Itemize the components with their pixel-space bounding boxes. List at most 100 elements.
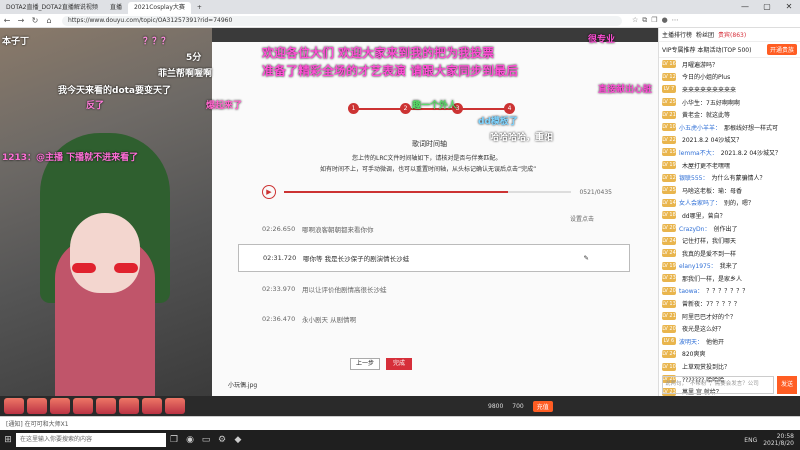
chat-message[interactable]: LV 24 我真的是爱不到一样: [659, 247, 800, 260]
lyric-text: 哪你等 我是长沙保子的剧演情长沙蛙: [303, 255, 410, 263]
streamer-video[interactable]: [0, 28, 212, 396]
chat-message[interactable]: LV 24 820爽爽: [659, 348, 800, 361]
chat-message[interactable]: LV 10 上草观赏投到比？: [659, 360, 800, 373]
home-icon[interactable]: ⌂: [42, 16, 56, 25]
done-button[interactable]: 完成: [386, 358, 412, 370]
chat-message[interactable]: LV 25 小华生：7五好啊啊啊: [659, 96, 800, 109]
lyric-text: 用以让评价他剧情高很长沙蛙: [302, 286, 387, 294]
chat-message[interactable]: LV 16 月曜遍游吗？: [659, 58, 800, 71]
chat-message[interactable]: LV 19 木屋打更不老嘿嘿: [659, 159, 800, 172]
chat-message[interactable]: LV 15 lemma不大： 2021.8.2 04沙城又？: [659, 146, 800, 159]
chat-message[interactable]: LV 20 夜光是这么好？: [659, 322, 800, 335]
progress-track[interactable]: [284, 191, 572, 193]
chat-message[interactable]: LV 12 银联555： 为什么有蒙骗情人？: [659, 171, 800, 184]
editor-notice: 您上传的LRC文件时间轴如下，请核对是否与伴奏匹配。: [352, 155, 502, 162]
recharge-button[interactable]: 充值: [532, 400, 553, 412]
new-tab-button[interactable]: +: [191, 2, 208, 14]
chat-message[interactable]: LV 19 elany1975： 我来了: [659, 260, 800, 273]
lyric-row[interactable]: 02:26.650 哪啊浪客朝朝都来看你你: [262, 220, 632, 238]
chat-message[interactable]: LV 20 taowa：？？？？？？？: [659, 285, 800, 298]
address-bar: ← → ↻ ⌂ https://www.douyu.com/topic/OA31…: [0, 14, 800, 28]
chat-message[interactable]: LV 21 阿里巴巴才好的个？: [659, 310, 800, 323]
windows-start-icon[interactable]: ⊞: [0, 432, 16, 448]
gift-item[interactable]: [165, 398, 185, 414]
chat-sidebar: 主播排行榜 粉丝团 贵宾(863) VIP专属推荐 本期活动(TOP 500) …: [658, 28, 800, 396]
vip-text: VIP专属推荐 本期活动(TOP 500): [662, 47, 752, 54]
tab-rank[interactable]: 主播排行榜: [662, 30, 692, 39]
taskbar-search[interactable]: 在这里输入你要搜索的内容: [16, 433, 166, 447]
chat-message[interactable]: LV 6 波明天： 他他开: [659, 335, 800, 348]
taskview-icon[interactable]: ❐: [166, 432, 182, 448]
tab-vip[interactable]: 贵宾(863): [718, 30, 746, 39]
folder-icon[interactable]: ▭: [198, 432, 214, 448]
notice-text: [通知] 在可可和大师X1: [6, 421, 69, 428]
star-icon[interactable]: ☆: [632, 16, 638, 25]
minimize-icon[interactable]: —: [734, 0, 756, 14]
steam-icon[interactable]: ⚙: [214, 432, 230, 448]
lyric-row[interactable]: 02:33.970 用以让评价他剧情高很长沙蛙: [262, 280, 632, 298]
extensions-icon[interactable]: ⧉: [642, 16, 647, 25]
tab-fans[interactable]: 粉丝团: [696, 30, 714, 39]
lyric-row-active[interactable]: 02:31.720 哪你等 我是长沙保子的剧演情长沙蛙 ✎: [238, 244, 630, 272]
screen-titlebar: [212, 28, 658, 42]
lyric-editor: 1 2 3 4 歌词时间轴 您上传的LRC文件时间轴如下，请核对是否与伴奏匹配。…: [212, 42, 658, 396]
step-dot: 1: [348, 103, 359, 114]
chat-message[interactable]: LV 7 来来来来来来来来来: [659, 83, 800, 96]
app-icon[interactable]: ◆: [230, 432, 246, 448]
prev-step-button[interactable]: 上一步: [350, 358, 380, 370]
lyric-text: 哪啊浪客朝朝都来看你你: [302, 226, 374, 234]
lyric-time: 02:26.650: [262, 225, 296, 233]
edge-icon[interactable]: ◉: [182, 432, 198, 448]
gift-item[interactable]: [142, 398, 162, 414]
windows-taskbar: ⊞ 在这里输入你要搜索的内容 ❐ ◉ ▭ ⚙ ◆ ENG 20:58 2021/8…: [0, 430, 800, 450]
chat-message[interactable]: LV 23 那我们一样，是家乡人: [659, 272, 800, 285]
browser-tab[interactable]: 直播: [104, 2, 128, 14]
editor-heading: 歌词时间轴: [412, 140, 447, 148]
time-current: 0521/0435: [579, 188, 612, 196]
window-controls: — ▢ ✕: [734, 0, 800, 14]
editor-hint: 如有时间不上，可手动微调，也可以重置时间轴，从头标记确认无误后点击“完成”: [320, 166, 537, 173]
fish-balance: 9800: [488, 402, 504, 410]
chat-message[interactable]: LV 13 曾新夜：7？？？？？: [659, 297, 800, 310]
chat-message[interactable]: LV 24 记住打样，我们哪天: [659, 234, 800, 247]
chat-message[interactable]: LV 10 小五虎小羊羊： 那根线好想一样式可: [659, 121, 800, 134]
profile-icon[interactable]: ●: [662, 16, 668, 25]
gift-item[interactable]: [96, 398, 116, 414]
gift-item[interactable]: [50, 398, 70, 414]
more-icon[interactable]: ⋯: [672, 16, 679, 25]
close-icon[interactable]: ✕: [778, 0, 800, 14]
send-button[interactable]: 发送: [777, 376, 797, 394]
browser-tab-active[interactable]: 2021Cosplay大赛: [127, 2, 191, 14]
step-dot: 4: [504, 103, 515, 114]
gift-item[interactable]: [119, 398, 139, 414]
url-input[interactable]: https://www.douyu.com/topic/OA31257391?r…: [62, 15, 622, 26]
open-noble-button[interactable]: 开通贵族: [766, 44, 797, 55]
clock[interactable]: 20:58 2021/8/20: [763, 433, 794, 447]
chat-message[interactable]: LV 18 dd哪里，曾自？: [659, 209, 800, 222]
browser-tab-bar: DOTA2直播_DOTA2直播解说视频 直播 2021Cosplay大赛 +: [0, 0, 800, 14]
maximize-icon[interactable]: ▢: [756, 0, 778, 14]
chat-message[interactable]: LV 22 2021.8.2 04沙城又？: [659, 134, 800, 147]
collections-icon[interactable]: ❐: [651, 16, 657, 25]
forward-icon[interactable]: →: [14, 16, 28, 25]
back-icon[interactable]: ←: [0, 16, 14, 25]
gift-item[interactable]: [27, 398, 47, 414]
chat-message[interactable]: LV 12 今日的小姐的Plus: [659, 71, 800, 84]
red-glasses: [72, 263, 138, 273]
step-dot: 2: [400, 103, 411, 114]
chat-input[interactable]: 说两句，“不帮粉”，需要会发言？公司: [662, 376, 774, 394]
play-icon[interactable]: ▶: [262, 185, 276, 199]
chat-message[interactable]: LV 21 黄老金：就这此等: [659, 108, 800, 121]
chat-message[interactable]: LV 14 女人会家吗了： 别的，嗯？: [659, 197, 800, 210]
chat-message[interactable]: LV 20 CrazyDn： 创作出了: [659, 222, 800, 235]
reload-icon[interactable]: ↻: [28, 16, 42, 25]
gift-bar: 9800 700 充值: [0, 396, 800, 416]
lyric-row[interactable]: 02:36.470 永小剧天 从剧情啊: [262, 310, 632, 328]
language-indicator[interactable]: ENG: [744, 437, 757, 444]
gift-item[interactable]: [73, 398, 93, 414]
gift-item[interactable]: [4, 398, 24, 414]
chat-message[interactable]: LV 25 马啥这老板：瑜：母香: [659, 184, 800, 197]
browser-tab[interactable]: DOTA2直播_DOTA2直播解说视频: [0, 2, 104, 14]
edit-icon[interactable]: ✎: [584, 254, 589, 262]
chat-list: LV 16 月曜遍游吗？ LV 12 今日的小姐的Plus LV 7 来来来来来来来来…: [659, 58, 800, 398]
